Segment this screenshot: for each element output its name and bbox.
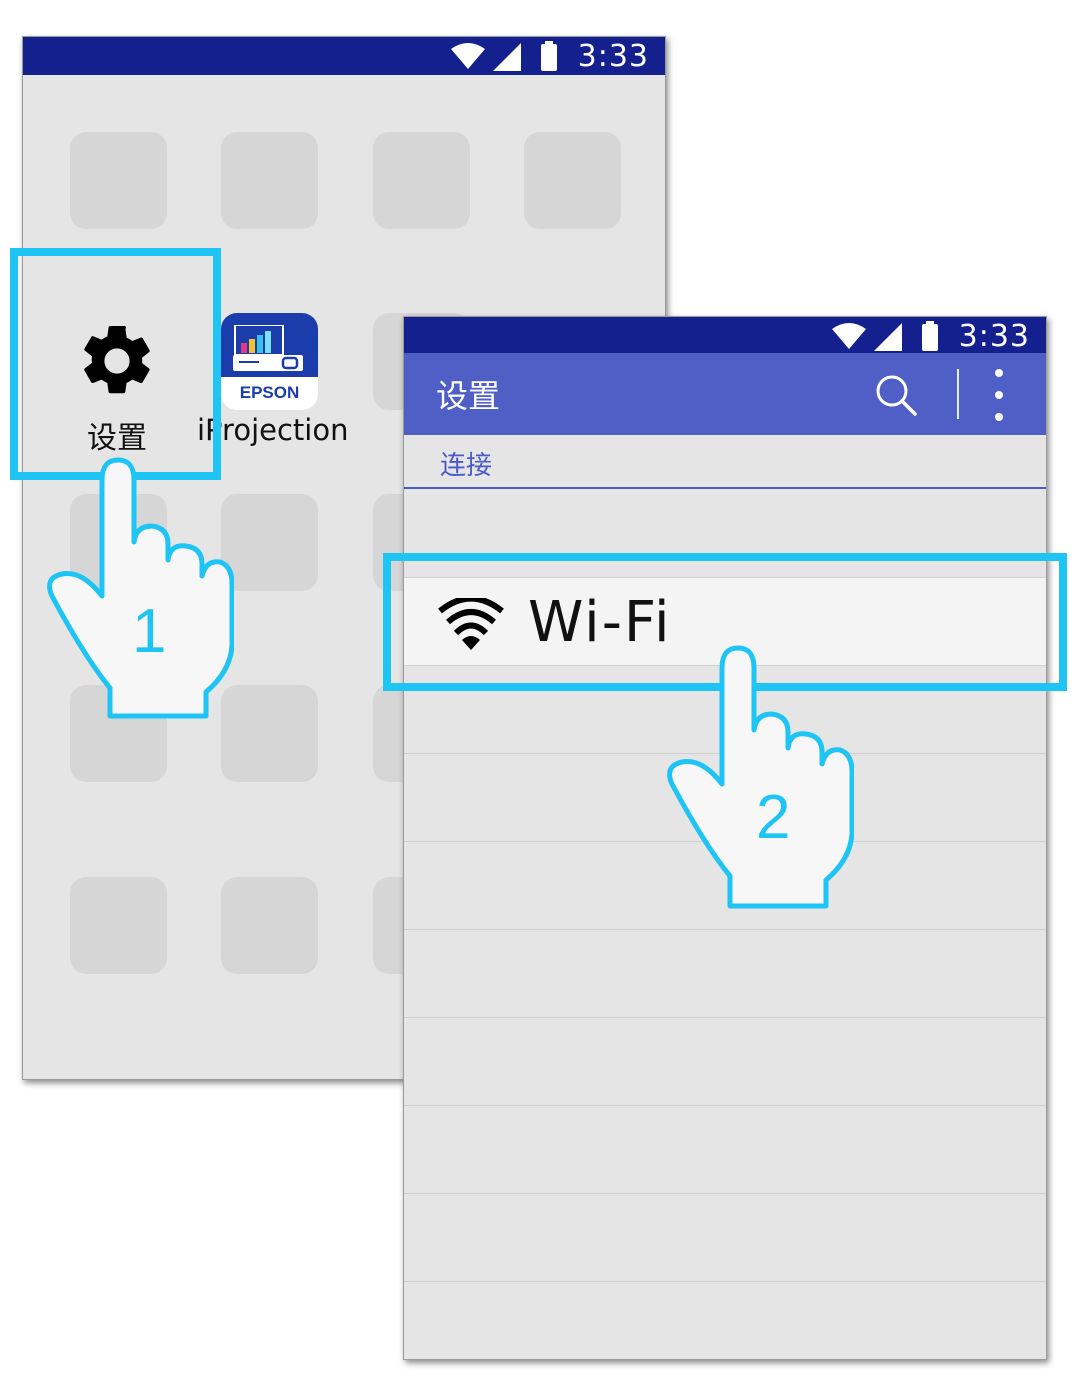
page-title: 设置 [436, 377, 501, 415]
step-1-number: 1 [132, 597, 167, 666]
app-placeholder[interactable] [221, 685, 318, 782]
toolbar-divider [957, 369, 959, 419]
list-divider [404, 929, 1046, 930]
list-divider [404, 1017, 1046, 1018]
step-2-hand-pointer: 2 [664, 644, 854, 914]
search-icon[interactable] [874, 373, 918, 417]
app-placeholder[interactable] [524, 132, 621, 229]
app-placeholder[interactable] [221, 877, 318, 974]
wifi-signal-icon [451, 43, 485, 69]
wifi-signal-icon [832, 323, 866, 349]
more-vert-icon[interactable] [992, 367, 1006, 423]
step-1-highlight [10, 248, 221, 480]
app-placeholder[interactable] [70, 132, 167, 229]
list-divider [404, 1193, 1046, 1194]
epson-brand-text: EPSON [239, 383, 300, 402]
status-time: 3:33 [577, 39, 649, 74]
app-placeholder[interactable] [70, 877, 167, 974]
app-placeholder[interactable] [373, 132, 470, 229]
step-2-number: 2 [756, 783, 791, 852]
status-time: 3:33 [958, 319, 1030, 354]
section-divider [404, 487, 1046, 489]
list-divider [404, 1281, 1046, 1282]
battery-icon [922, 321, 938, 351]
status-bar: 3:33 [23, 37, 665, 75]
projector-icon [233, 325, 303, 371]
app-placeholder[interactable] [221, 494, 318, 591]
hand-pointer-icon [667, 645, 854, 909]
section-header-connections: 连接 [440, 451, 493, 481]
status-bar: 3:33 [404, 317, 1046, 355]
hand-pointer-icon [47, 457, 234, 719]
cell-signal-icon [493, 43, 521, 71]
step-1-hand-pointer: 1 [44, 456, 234, 726]
cell-signal-icon [874, 323, 902, 351]
list-divider [404, 1105, 1046, 1106]
app-placeholder[interactable] [221, 132, 318, 229]
battery-icon [541, 41, 557, 71]
settings-toolbar: 设置 [404, 353, 1046, 435]
epson-iprojection-icon: EPSON [221, 313, 318, 410]
